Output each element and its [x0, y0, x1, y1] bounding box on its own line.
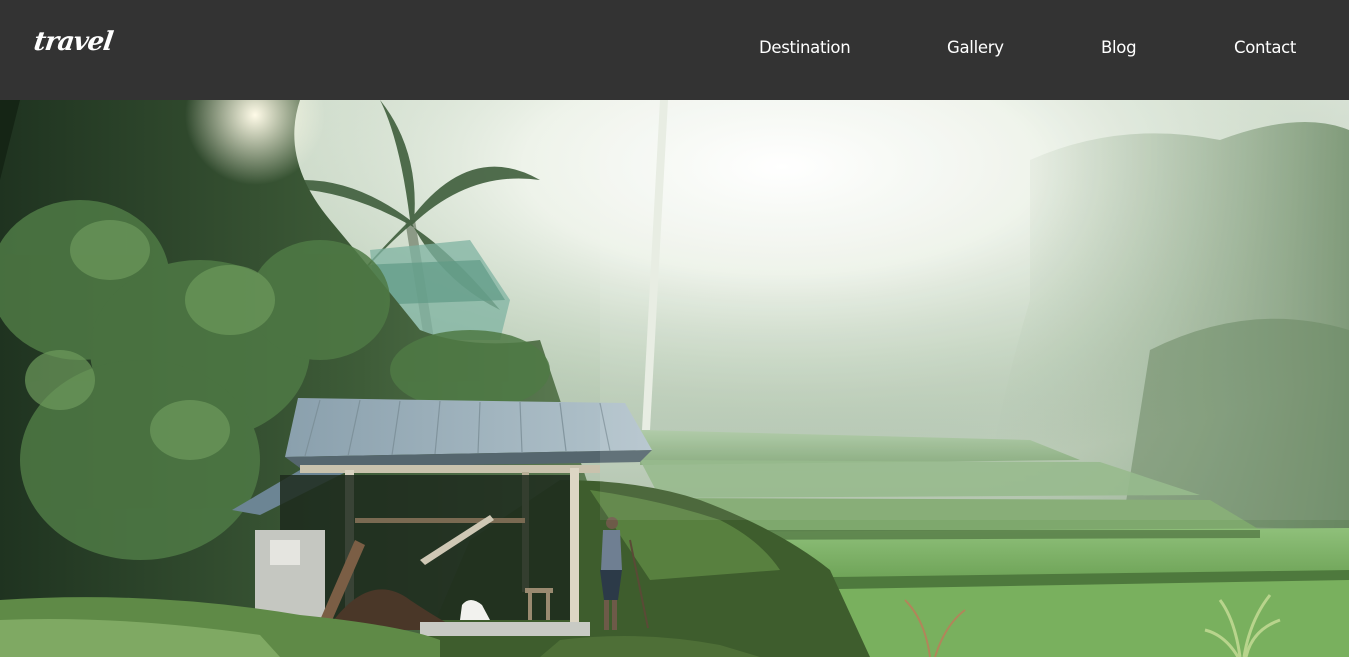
nav-item-gallery[interactable]: Gallery [947, 38, 1004, 57]
top-navbar: travel Destination Gallery Blog Contact [0, 0, 1349, 100]
nav-item-blog[interactable]: Blog [1101, 38, 1137, 57]
brand-logo[interactable]: travel [32, 27, 114, 57]
nav-item-destination[interactable]: Destination [759, 38, 851, 57]
nav-item-contact[interactable]: Contact [1234, 38, 1296, 57]
hero-image [0, 100, 1349, 657]
rice-terrace-landscape-photo [0, 100, 1349, 657]
